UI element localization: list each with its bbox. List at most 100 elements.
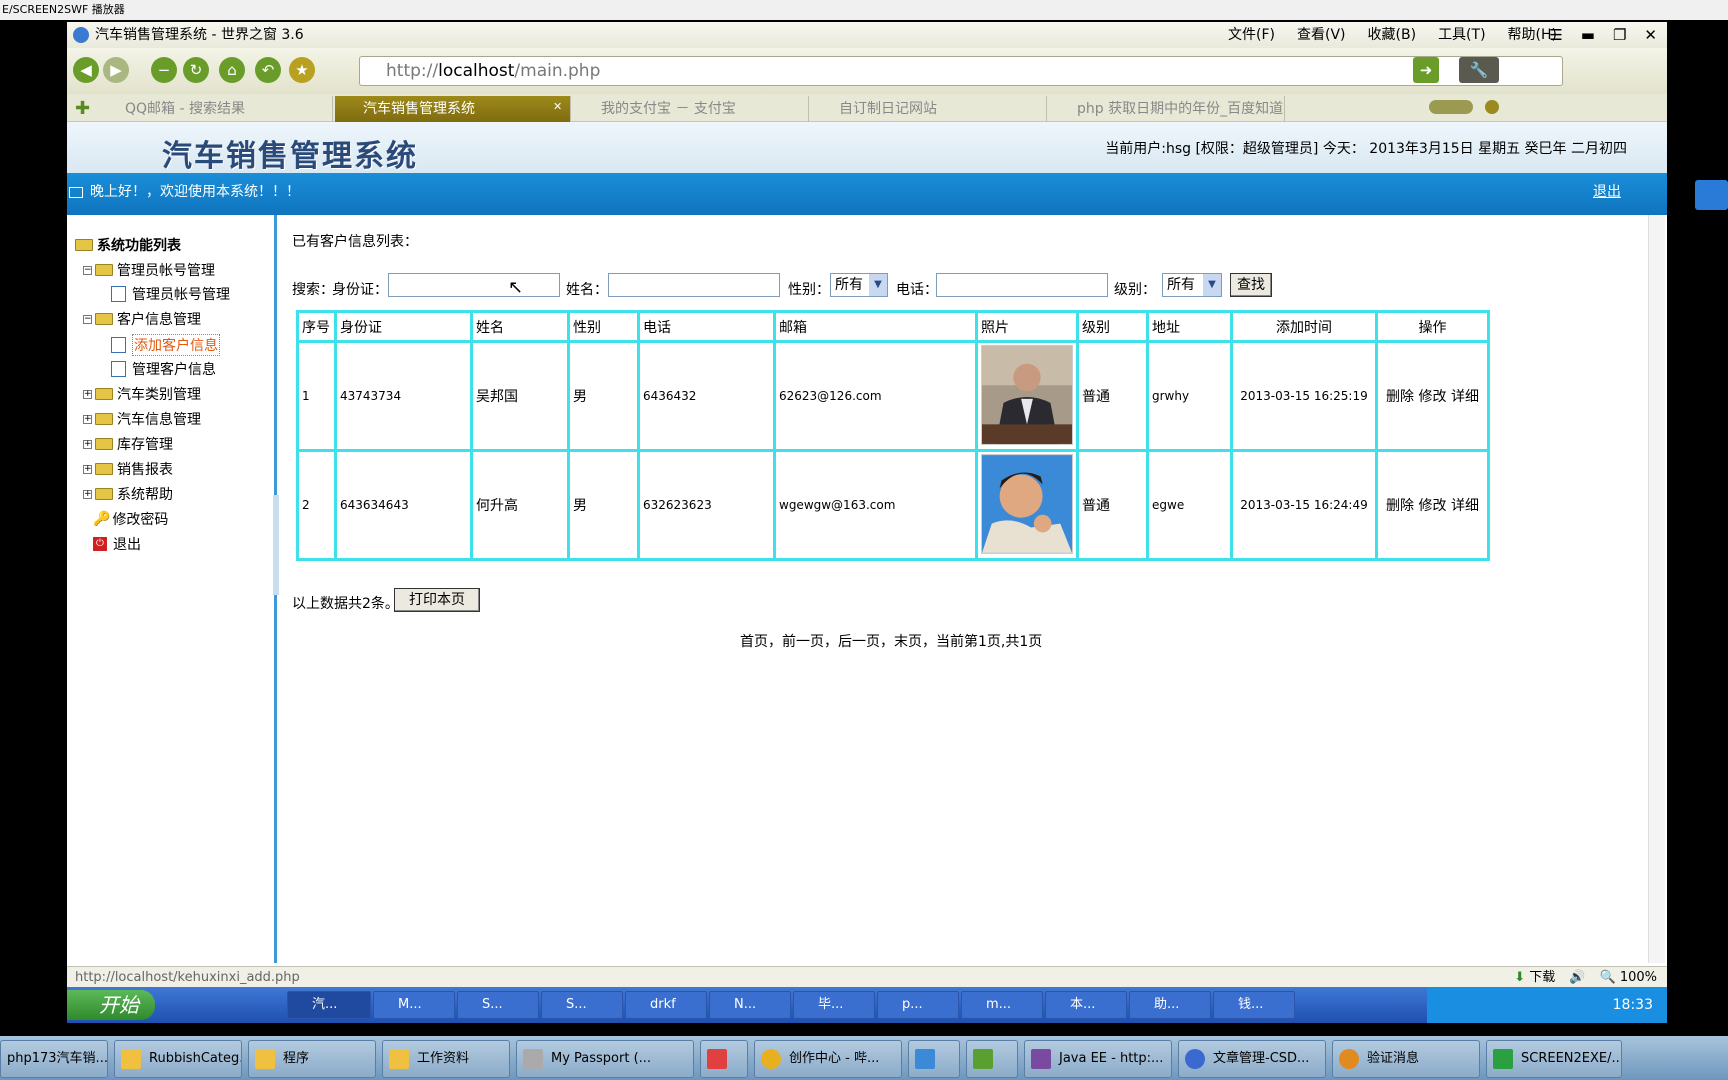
options-icon[interactable]: ☰	[1549, 22, 1562, 48]
tab-menu-icon[interactable]	[1485, 100, 1499, 114]
sidebar-item-add-customer[interactable]: 添加客户信息	[111, 334, 220, 356]
tools-icon[interactable]: 🔧	[1459, 57, 1499, 83]
col-actions: 操作	[1375, 310, 1490, 343]
gender-select[interactable]: 所有 ▼	[830, 273, 888, 297]
menu-view[interactable]: 查看(V)	[1297, 22, 1346, 48]
clock[interactable]: 18:33	[1613, 997, 1653, 1013]
collapse-icon[interactable]: −	[83, 314, 92, 324]
name-search-input[interactable]	[608, 273, 780, 297]
refresh-icon[interactable]: ↻	[183, 57, 209, 83]
tab-qqmail[interactable]: QQ邮箱 - 搜索结果	[97, 96, 333, 122]
sidebar-item-exit[interactable]: ⏻ 退出	[93, 534, 141, 554]
taskbar-item[interactable]: My Passport (...	[516, 1040, 694, 1078]
search-button[interactable]: 查找	[1230, 273, 1272, 297]
taskbar-item[interactable]: 汽...	[287, 991, 371, 1019]
sidebar-item-inventory[interactable]: + 库存管理	[83, 434, 173, 454]
detail-link[interactable]: 详细	[1451, 498, 1479, 514]
stop-icon[interactable]: −	[151, 57, 177, 83]
start-button[interactable]: 开始	[67, 990, 155, 1020]
taskbar-item[interactable]	[700, 1040, 748, 1078]
collapse-icon[interactable]: −	[83, 265, 92, 275]
tab-diary[interactable]: 自订制日记网站	[811, 96, 1047, 122]
taskbar-item[interactable]: drkf	[625, 991, 707, 1019]
taskbar-item[interactable]: 本...	[1045, 991, 1127, 1019]
sidebar-item-change-password[interactable]: 🔑 修改密码	[93, 509, 168, 529]
taskbar-item[interactable]: M...	[373, 991, 455, 1019]
taskbar-item[interactable]: RubbishCateg...	[114, 1040, 242, 1078]
taskbar-item-label: 程序	[283, 1051, 310, 1066]
menu-tools[interactable]: 工具(T)	[1438, 22, 1485, 48]
back-icon[interactable]: ◀	[73, 57, 99, 83]
sidebar-item-customer-info[interactable]: − 客户信息管理	[83, 309, 201, 329]
sidebar-item-admin-account[interactable]: − 管理员帐号管理	[83, 260, 215, 280]
edit-link[interactable]: 修改	[1419, 498, 1447, 514]
undo-close-icon[interactable]: ↶	[255, 57, 281, 83]
tab-car-system[interactable]: 汽车销售管理系统	[335, 96, 571, 122]
taskbar-item[interactable]: N...	[709, 991, 791, 1019]
delete-link[interactable]: 删除	[1386, 498, 1414, 514]
expand-icon[interactable]: +	[83, 414, 92, 424]
expand-icon[interactable]: +	[83, 489, 92, 499]
sidebar-root[interactable]: 系统功能列表	[75, 235, 181, 255]
download-button[interactable]: ⬇ 下载	[1514, 967, 1555, 988]
page-scrollbar[interactable]	[1648, 215, 1665, 963]
menu-file[interactable]: 文件(F)	[1228, 22, 1275, 48]
taskbar-item[interactable]: 程序	[248, 1040, 376, 1078]
taskbar-item[interactable]: 工作资料	[382, 1040, 510, 1078]
taskbar-item[interactable]	[908, 1040, 960, 1078]
sidebar-item-help[interactable]: + 系统帮助	[83, 484, 173, 504]
level-select[interactable]: 所有 ▼	[1162, 273, 1222, 297]
tab-baidu-zhidao[interactable]: php 获取日期中的年份_百度知道	[1049, 96, 1285, 122]
cell-no: 2	[296, 449, 337, 561]
expand-icon[interactable]: +	[83, 389, 92, 399]
minimize-icon[interactable]: ▬	[1581, 22, 1595, 48]
taskbar-item[interactable]: 钱...	[1213, 991, 1295, 1019]
taskbar-item[interactable]: 文章管理-CSD...	[1178, 1040, 1326, 1078]
forward-icon[interactable]: ▶	[103, 57, 129, 83]
phone-search-input[interactable]	[936, 273, 1108, 297]
expand-icon[interactable]: +	[83, 464, 92, 474]
taskbar-item[interactable]: Java EE - http:...	[1024, 1040, 1172, 1078]
sidebar-item-admin-account-manage[interactable]: 管理员帐号管理	[111, 284, 230, 304]
taskbar-item[interactable]: S...	[541, 991, 623, 1019]
taskbar-item[interactable]: 毕...	[793, 991, 875, 1019]
favorite-star-icon[interactable]: ★	[289, 57, 315, 83]
tab-scroll-icon[interactable]	[1429, 100, 1473, 114]
volume-icon[interactable]: 🔊	[1569, 967, 1585, 988]
sidebar-item-car-info[interactable]: + 汽车信息管理	[83, 409, 201, 429]
taskbar-item[interactable]: SCREEN2EXE/...	[1486, 1040, 1622, 1078]
sidebar-item-car-category[interactable]: + 汽车类别管理	[83, 384, 201, 404]
taskbar-item[interactable]: 助...	[1129, 991, 1211, 1019]
side-floating-widget[interactable]	[1695, 180, 1728, 210]
edit-link[interactable]: 修改	[1419, 389, 1447, 405]
tab-close-icon[interactable]: ✕	[553, 100, 562, 113]
zoom-control[interactable]: 🔍 100%	[1600, 967, 1658, 988]
logout-link[interactable]: 退出	[1593, 173, 1621, 211]
taskbar-item[interactable]: S...	[457, 991, 539, 1019]
menu-favorites[interactable]: 收藏(B)	[1368, 22, 1417, 48]
new-tab-icon[interactable]: ✚	[75, 98, 90, 119]
delete-link[interactable]: 删除	[1386, 389, 1414, 405]
taskbar-item[interactable]: 验证消息	[1332, 1040, 1480, 1078]
sidebar-item-sales-report[interactable]: + 销售报表	[83, 459, 173, 479]
go-icon[interactable]: ➜	[1413, 57, 1439, 83]
address-bar[interactable]: http://localhost/main.php	[359, 56, 1563, 86]
taskbar-item[interactable]: 创作中心 - 哔...	[754, 1040, 902, 1078]
print-button[interactable]: 打印本页	[394, 588, 480, 612]
search-label: 搜索：	[292, 282, 334, 298]
close-icon[interactable]: ✕	[1644, 22, 1657, 48]
sidebar-item-manage-customer[interactable]: 管理客户信息	[111, 359, 216, 379]
expand-icon[interactable]: +	[83, 439, 92, 449]
home-icon[interactable]: ⌂	[219, 57, 245, 83]
pagination[interactable]: 首页，前一页，后一页，末页，当前第1页,共1页	[740, 631, 1042, 651]
taskbar-item[interactable]: php173汽车销...	[0, 1040, 108, 1078]
restore-icon[interactable]: ❐	[1613, 22, 1626, 48]
id-search-input[interactable]	[388, 273, 560, 297]
detail-link[interactable]: 详细	[1451, 389, 1479, 405]
sidebar-collapse-handle[interactable]	[273, 495, 279, 595]
taskbar-item[interactable]: p...	[877, 991, 959, 1019]
taskbar-item[interactable]: m...	[961, 991, 1043, 1019]
tab-alipay[interactable]: 我的支付宝 － 支付宝	[573, 96, 809, 122]
cell-level: 普通	[1076, 340, 1149, 452]
taskbar-item[interactable]	[966, 1040, 1018, 1078]
